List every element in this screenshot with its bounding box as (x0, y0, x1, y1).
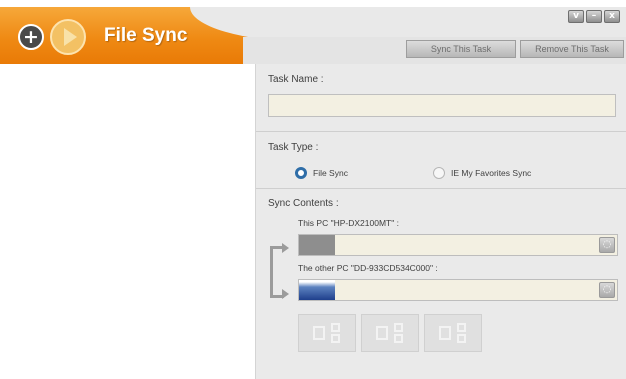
play-icon (63, 28, 77, 46)
ie-favorites-sync-option-label[interactable]: IE My Favorites Sync (451, 168, 531, 178)
this-pc-path-field[interactable]: ◌ (298, 234, 618, 256)
search-icon[interactable]: ◌ (599, 282, 615, 298)
start-sync-button[interactable] (50, 19, 86, 55)
sync-contents-label: Sync Contents : (268, 198, 339, 209)
chevron-down-icon[interactable]: v (568, 10, 584, 23)
this-pc-label: This PC "HP-DX2100MT" : (298, 218, 399, 228)
sync-direction-icon (313, 323, 343, 343)
plus-icon: + (23, 25, 39, 48)
task-list (0, 64, 255, 379)
sync-left-to-right-button[interactable] (298, 314, 356, 352)
other-pc-label: The other PC "DD-933CD534C000" : (298, 263, 438, 273)
sync-this-task-button[interactable]: Sync This Task (406, 40, 516, 58)
window-controls: v – x (568, 10, 620, 23)
divider (256, 131, 626, 132)
arrow-right-icon (282, 289, 289, 299)
task-type-label: Task Type : (268, 142, 319, 153)
folder-thumbnail (299, 235, 335, 255)
sync-right-to-left-button[interactable] (424, 314, 482, 352)
add-task-button[interactable]: + (18, 24, 44, 50)
sync-direction-icon (439, 323, 469, 343)
file-sync-option-label[interactable]: File Sync (313, 168, 348, 178)
arrow-right-icon (282, 243, 289, 253)
sync-direction-icon (376, 323, 406, 343)
remove-this-task-button[interactable]: Remove This Task (520, 40, 624, 58)
folder-thumbnail (299, 280, 335, 300)
task-settings-panel: Task Name : Task Type : File Sync IE My … (255, 64, 626, 379)
app-title: File Sync (104, 25, 188, 46)
sync-two-way-button[interactable] (361, 314, 419, 352)
task-name-input[interactable] (268, 94, 616, 117)
close-icon[interactable]: x (604, 10, 620, 23)
divider (256, 188, 626, 189)
file-sync-radio[interactable] (295, 167, 307, 179)
search-icon[interactable]: ◌ (599, 237, 615, 253)
minimize-icon[interactable]: – (586, 10, 602, 23)
header-bar: + File Sync v – x Sync This Task Remove … (0, 0, 626, 64)
other-pc-path-field[interactable]: ◌ (298, 279, 618, 301)
task-name-label: Task Name : (268, 74, 324, 85)
ie-favorites-sync-radio[interactable] (433, 167, 445, 179)
